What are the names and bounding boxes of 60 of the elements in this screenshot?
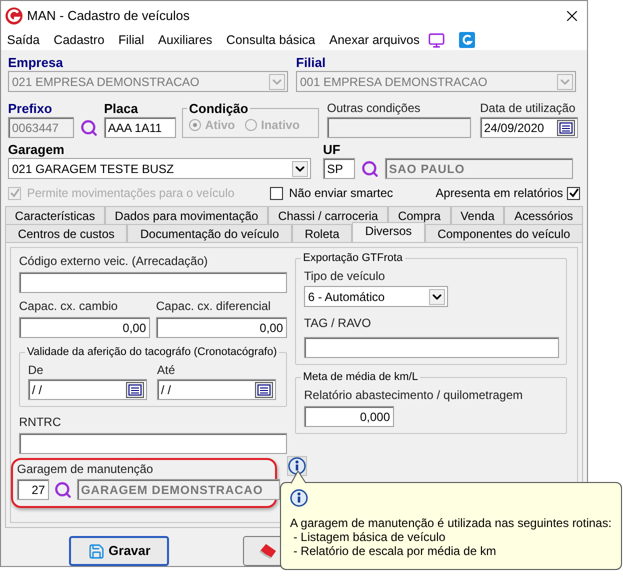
tab[interactable]: Chassi / carroceria — [268, 206, 388, 224]
menu-item[interactable]: Anexar arquivos — [329, 30, 420, 50]
field-label: Até — [157, 363, 176, 378]
input-field[interactable]: 0,000 — [304, 406, 394, 427]
save-button[interactable]: Gravar — [69, 536, 169, 566]
checkbox-label: Apresenta em relatórios — [436, 185, 563, 202]
tooltip-text: - Relatório de escala por média de km — [292, 544, 498, 558]
field-label: Outras condições — [327, 101, 422, 116]
field-label: RNTRC — [19, 415, 62, 430]
field-label: Garagem de manutenção — [17, 462, 154, 477]
radio-label: Ativo — [205, 117, 235, 134]
tab[interactable]: Compra — [388, 206, 451, 224]
date-field[interactable]: / / — [157, 379, 276, 400]
input-field[interactable]: AAA 1A11 — [104, 117, 176, 138]
field-label: Empresa — [8, 55, 64, 70]
tab[interactable]: Diversos — [352, 222, 425, 242]
tooltip-text: - Listagem básica de veículo — [292, 530, 446, 544]
dropdown[interactable]: 6 - Automático — [304, 286, 448, 307]
field-label: Relatório abastecimento / quilometragem — [304, 388, 524, 403]
field-label: Capac. cx. diferencial — [156, 299, 272, 314]
field-label: Data de utilização — [480, 101, 576, 116]
field-label: Prefixo — [8, 101, 54, 116]
field-label: Placa — [104, 101, 139, 116]
window-title: MAN - Cadastro de veículos — [27, 6, 191, 25]
field-label: Tipo de veículo — [304, 269, 386, 284]
field-label: Código externo veic. (Arrecadação) — [19, 254, 209, 269]
menu-item[interactable]: Auxiliares — [158, 30, 212, 50]
input-field[interactable]: SAO PAULO — [385, 158, 573, 179]
date-field[interactable]: 24/09/2020 — [480, 117, 578, 138]
tooltip-text: A garagem de manutenção é utilizada nas seguintes rotinas: — [290, 516, 612, 530]
tab[interactable]: Documentação do veículo — [127, 224, 292, 242]
input-field[interactable]: 0,00 — [19, 317, 150, 338]
input-field[interactable]: 0,00 — [156, 317, 287, 338]
dropdown[interactable]: 021 GARAGEM TESTE BUSZ — [8, 158, 311, 179]
field-label: Capac. cx. cambio — [19, 299, 119, 314]
date-field[interactable]: / / — [28, 379, 147, 400]
radio-label: Inativo — [261, 117, 300, 134]
tab[interactable]: Características — [5, 206, 105, 224]
tab[interactable]: Acessórios — [504, 206, 583, 224]
checkbox-label: Não enviar smartec — [289, 185, 394, 202]
field-label: De — [28, 363, 44, 378]
menu-item[interactable]: Saída — [7, 30, 40, 50]
input-field[interactable]: GARAGEM DEMONSTRACAO — [77, 479, 280, 500]
field-label: TAG / RAVO — [304, 316, 371, 330]
menu-item[interactable]: Cadastro — [54, 30, 104, 50]
menu-item[interactable]: Consulta básica — [226, 30, 316, 50]
tab[interactable]: Centros de custos — [5, 224, 128, 242]
menu-item[interactable]: Filial — [118, 30, 144, 50]
field-label: Garagem — [8, 142, 66, 157]
field-label: UF — [323, 142, 342, 157]
tab[interactable]: Dados para movimentação — [104, 206, 268, 224]
checkbox-label: Permite movimentações para o veículo — [27, 185, 234, 202]
tab[interactable]: Roleta — [292, 224, 352, 242]
input-field[interactable]: SP — [323, 158, 355, 179]
tab[interactable]: Componentes do veículo — [424, 224, 584, 242]
group-title: Exportação GTFrota — [301, 250, 405, 266]
group-title: Validade da aferição do tacográfo (Cronotacógrafo) — [25, 344, 279, 360]
tab[interactable]: Venda — [450, 206, 504, 224]
field-label: Filial — [296, 55, 327, 70]
input-field[interactable]: 27 — [17, 479, 49, 500]
